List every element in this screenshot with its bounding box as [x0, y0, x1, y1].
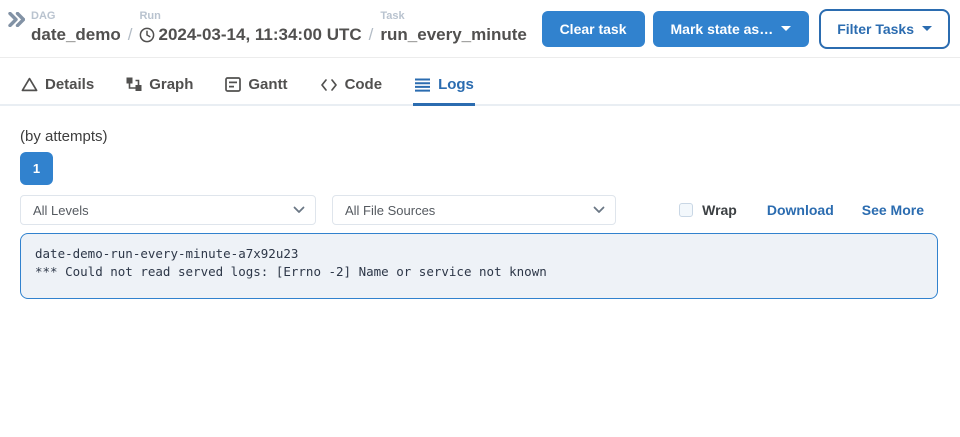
log-line: date-demo-run-every-minute-a7x92u23 [35, 245, 923, 263]
double-chevron-right-icon [8, 12, 25, 27]
run-value[interactable]: 2024-03-14, 11:34:00 UTC [139, 23, 361, 47]
header: DAG date_demo / Run 2024-03-14, 11:34:00… [0, 0, 960, 58]
see-more-link[interactable]: See More [862, 202, 924, 218]
log-output-box[interactable]: date-demo-run-every-minute-a7x92u23 *** … [20, 233, 938, 299]
breadcrumb-dag: DAG date_demo [31, 10, 121, 47]
collapse-sidebar-button[interactable] [6, 10, 27, 32]
chevron-down-icon [593, 206, 605, 214]
filter-tasks-dropdown[interactable]: Filter Tasks [819, 9, 950, 49]
mark-state-as-dropdown[interactable]: Mark state as… [653, 11, 810, 47]
by-attempts-label: (by attempts) [20, 128, 940, 145]
header-actions: Clear task Mark state as… Filter Tasks [542, 9, 952, 49]
download-link[interactable]: Download [767, 202, 834, 218]
tab-details[interactable]: Details [20, 72, 95, 106]
wrap-toggle[interactable]: Wrap [679, 202, 737, 218]
dag-name[interactable]: date_demo [31, 23, 121, 47]
run-label: Run [139, 10, 361, 23]
logs-panel: (by attempts) 1 All Levels All File Sour… [0, 106, 960, 319]
breadcrumb-run: Run 2024-03-14, 11:34:00 UTC [139, 10, 361, 47]
breadcrumb-task: Task run_every_minute [380, 10, 526, 47]
gantt-chart-icon [225, 77, 241, 92]
tab-gantt[interactable]: Gantt [224, 72, 288, 106]
run-timestamp: 2024-03-14, 11:34:00 UTC [158, 23, 361, 47]
warning-triangle-icon [21, 77, 38, 92]
caret-down-icon [922, 26, 932, 31]
log-actions: Wrap Download See More [679, 202, 940, 218]
task-name[interactable]: run_every_minute [380, 23, 526, 47]
log-level-select[interactable]: All Levels [20, 195, 316, 225]
wrap-checkbox[interactable] [679, 203, 693, 217]
breadcrumb: DAG date_demo / Run 2024-03-14, 11:34:00… [31, 10, 527, 47]
log-filter-row: All Levels All File Sources Wrap Downloa… [20, 195, 940, 225]
log-line: *** Could not read served logs: [Errno -… [35, 263, 923, 281]
clock-icon [139, 27, 155, 43]
attempt-1-button[interactable]: 1 [20, 152, 53, 185]
wrap-label: Wrap [702, 202, 737, 218]
caret-down-icon [781, 26, 791, 31]
dag-label: DAG [31, 10, 121, 23]
code-brackets-icon [320, 78, 338, 92]
breadcrumb-separator: / [128, 23, 133, 47]
file-source-select[interactable]: All File Sources [332, 195, 616, 225]
tab-bar: Details Graph Gantt Code Logs [0, 58, 960, 106]
tab-logs[interactable]: Logs [413, 72, 475, 106]
tab-code[interactable]: Code [319, 72, 384, 106]
chevron-down-icon [293, 206, 305, 214]
graph-nodes-icon [126, 77, 142, 92]
tab-graph[interactable]: Graph [125, 72, 194, 106]
log-lines-icon [414, 78, 431, 92]
task-label: Task [380, 10, 526, 23]
clear-task-button[interactable]: Clear task [542, 11, 645, 47]
breadcrumb-separator: / [369, 23, 374, 47]
